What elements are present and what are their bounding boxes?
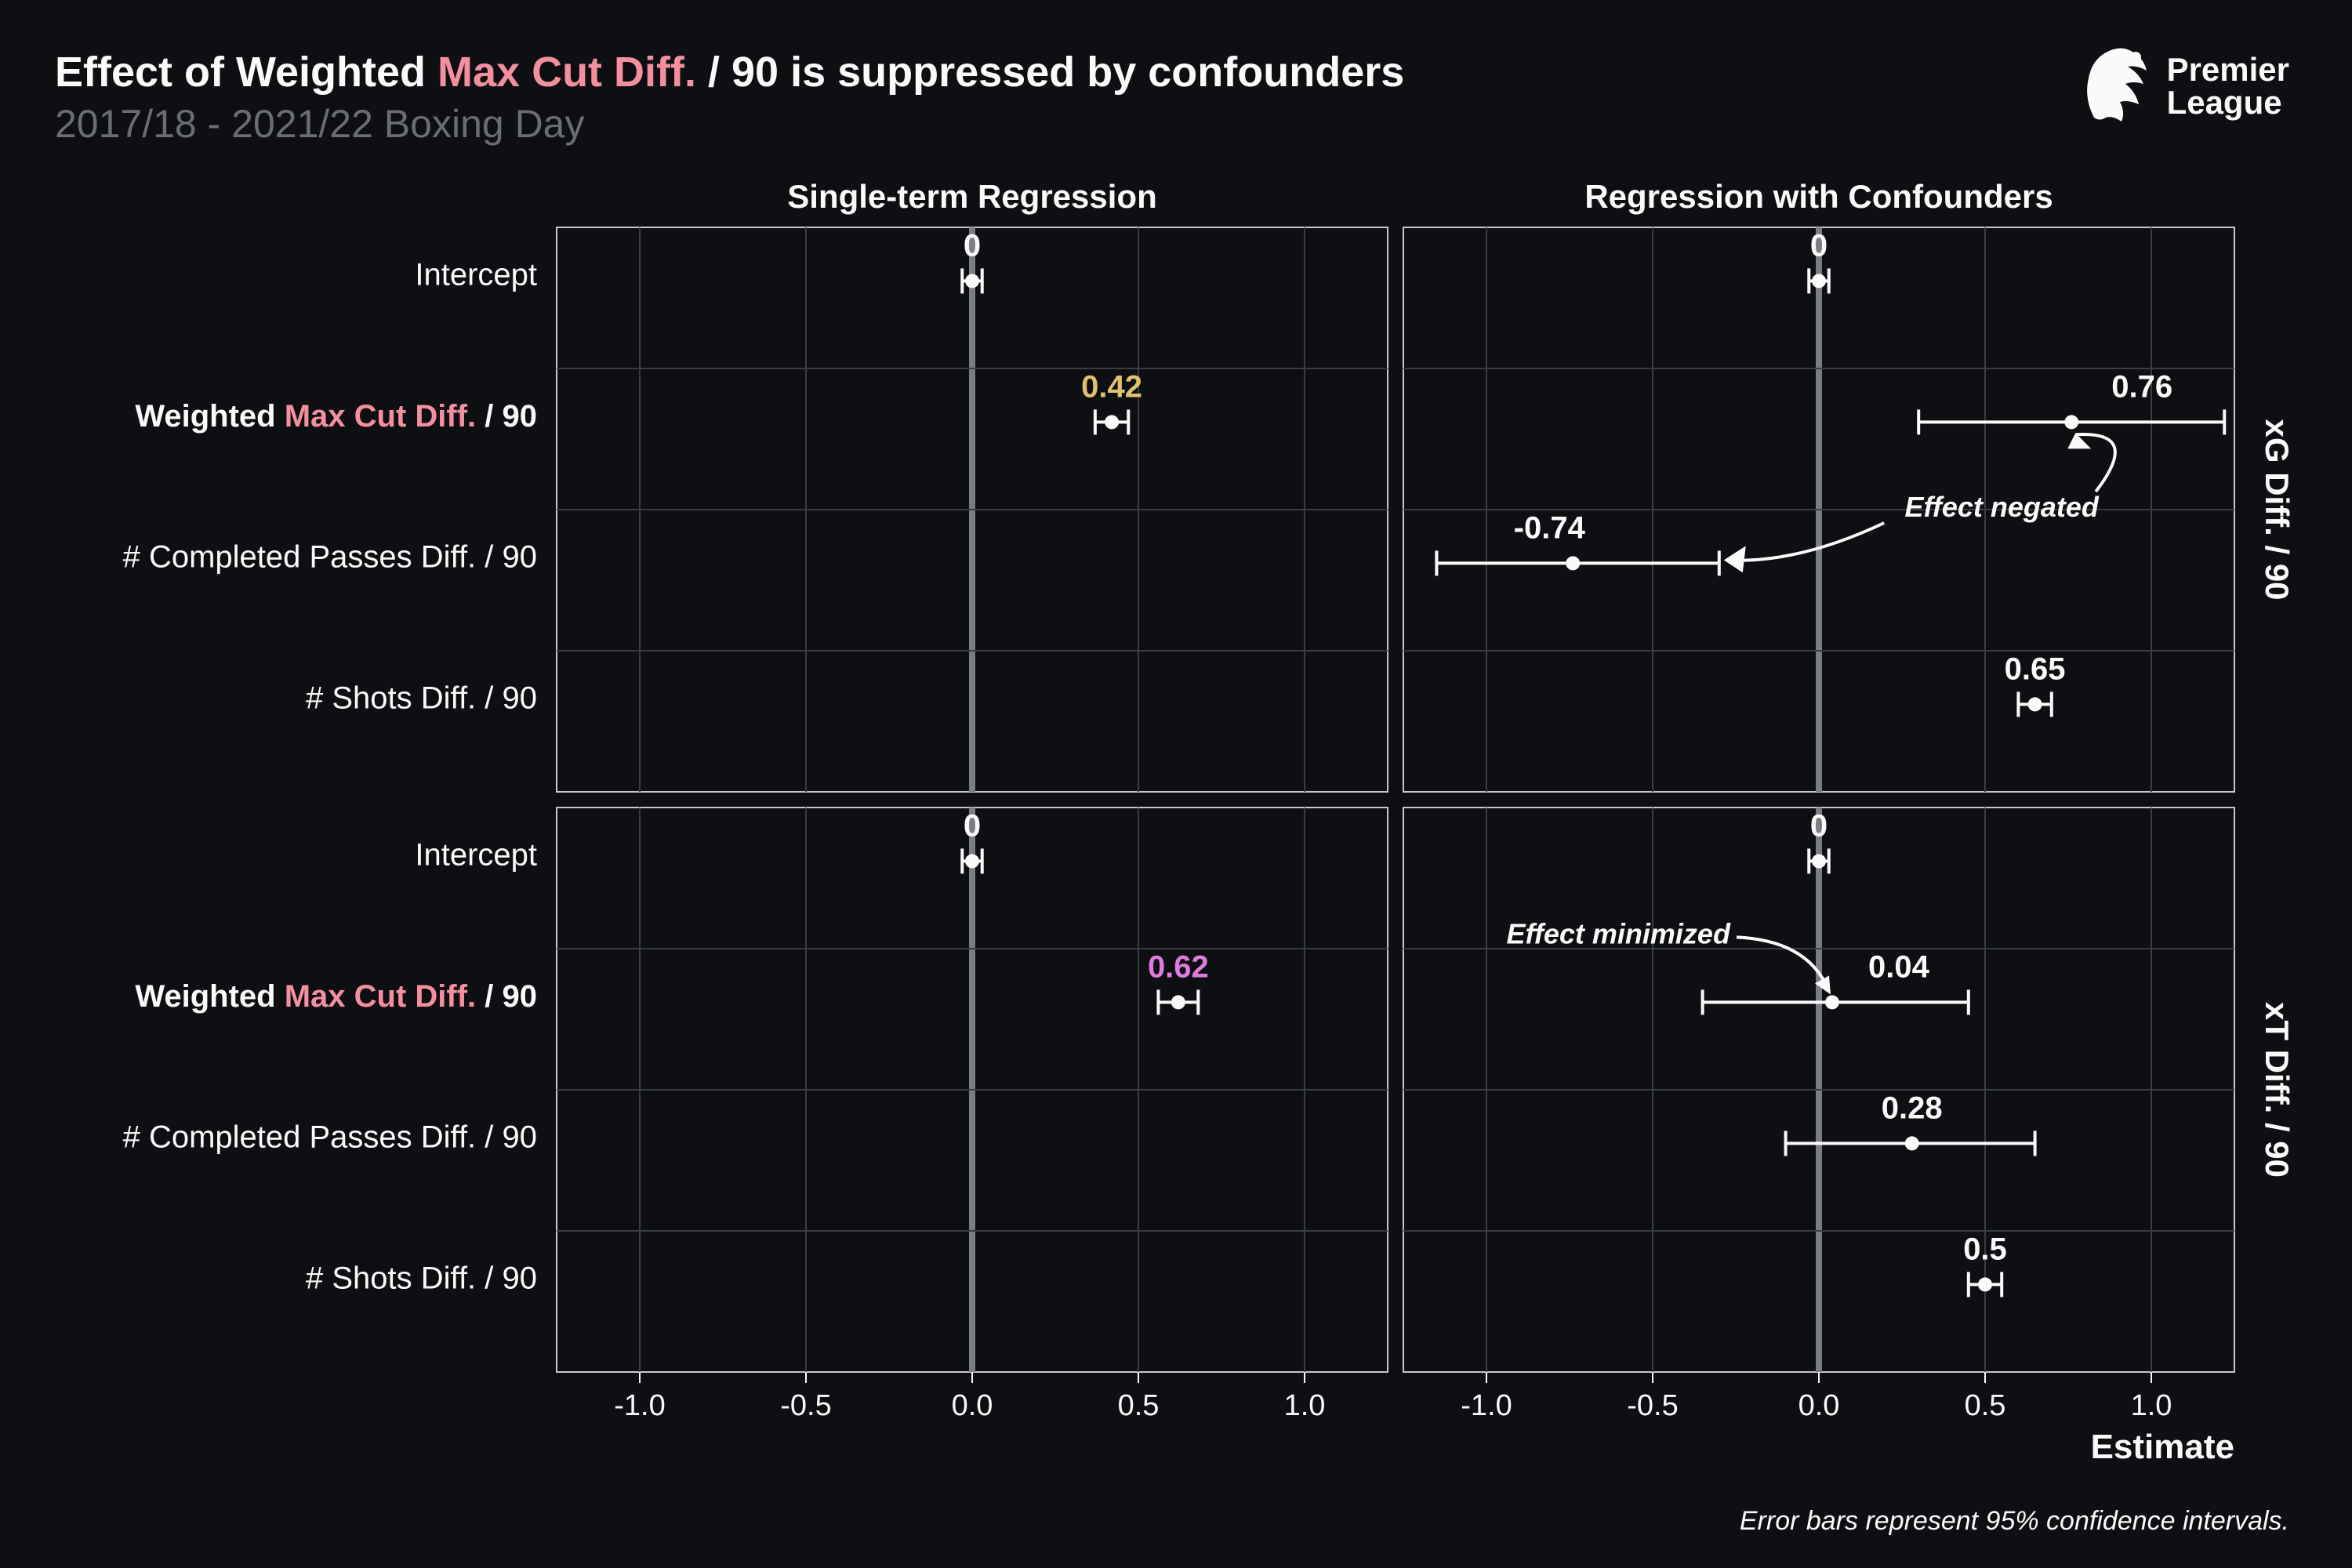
point-estimate [1105,415,1119,429]
point-estimate [1171,995,1185,1009]
x-tick-label: 0.5 [1965,1389,2006,1422]
lion-icon [2082,43,2153,129]
annotation-arrow [1727,523,1884,561]
y-category-label: Weighted Max Cut Diff. / 90 [135,399,537,434]
point-estimate [1812,854,1826,868]
point-value-label: 0.5 [1963,1232,2007,1266]
point-estimate [1812,274,1826,288]
premier-league-logo: Premier League [2082,43,2289,129]
title-suffix: / 90 is suppressed by confounders [696,49,1404,96]
footnote: Error bars represent 95% confidence inte… [1740,1506,2289,1537]
y-category-label: Weighted Max Cut Diff. / 90 [135,979,537,1014]
point-value-label: 0 [1810,808,1828,843]
chart-subtitle: 2017/18 - 2021/22 Boxing Day [55,101,2297,147]
point-estimate [1905,1136,1919,1150]
point-value-label: 0 [964,808,981,843]
facet-row-title: xG Diff. / 90 [2259,419,2296,600]
point-value-label: 0.62 [1148,949,1209,984]
x-tick-label: -0.5 [1627,1389,1678,1422]
annotation-effect-negated: Effect negated [1904,491,2099,523]
point-estimate [2064,415,2078,429]
logo-text-1: Premier [2167,53,2289,86]
y-category-label: # Shots Diff. / 90 [306,681,537,716]
x-tick-label: 0.5 [1118,1389,1160,1422]
facet-row-title: xT Diff. / 90 [2259,1002,2296,1178]
point-estimate [1978,1277,1992,1291]
point-value-label: 0 [964,228,981,263]
title-highlight: Max Cut Diff. [437,49,696,96]
point-value-label: -0.74 [1514,510,1586,545]
plot-svg: Single-term Regression Regression with Co… [55,172,2297,1466]
y-category-label: # Completed Passes Diff. / 90 [123,1120,537,1155]
point-value-label: 0.04 [1868,949,1930,984]
x-tick-label: -0.5 [780,1389,831,1422]
x-axis-title: Estimate [2091,1428,2234,1466]
annotation-effect-minimized: Effect minimized [1507,917,1731,949]
x-tick-label: 1.0 [1284,1389,1326,1422]
point-value-label: 0.65 [2005,652,2066,686]
title-prefix: Effect of Weighted [55,49,437,96]
facet-col-title: Regression with Confounders [1584,178,2053,215]
point-value-label: 0.76 [2111,369,2172,404]
chart-title: Effect of Weighted Max Cut Diff. / 90 is… [55,47,2297,98]
point-value-label: 0.28 [1882,1091,1943,1125]
point-estimate [1825,995,1839,1009]
x-tick-label: 0.0 [1798,1389,1840,1422]
point-value-label: 0 [1810,228,1828,263]
point-estimate [1566,556,1580,570]
point-value-label: 0.42 [1081,369,1142,404]
point-estimate [965,274,979,288]
x-tick-label: 1.0 [2131,1389,2172,1422]
point-estimate [2028,697,2042,711]
logo-text-2: League [2167,86,2289,119]
x-tick-label: -1.0 [1461,1389,1512,1422]
y-category-label: # Shots Diff. / 90 [306,1261,537,1296]
annotation-arrow [1737,937,1829,991]
y-category-label: Intercept [415,258,537,292]
point-estimate [965,854,979,868]
y-category-label: Intercept [415,838,537,873]
facet-col-title: Single-term Regression [787,178,1156,215]
x-tick-label: 0.0 [952,1389,993,1422]
x-tick-label: -1.0 [614,1389,665,1422]
y-category-label: # Completed Passes Diff. / 90 [123,540,537,575]
forest-plot: Single-term Regression Regression with Co… [55,172,2297,1466]
